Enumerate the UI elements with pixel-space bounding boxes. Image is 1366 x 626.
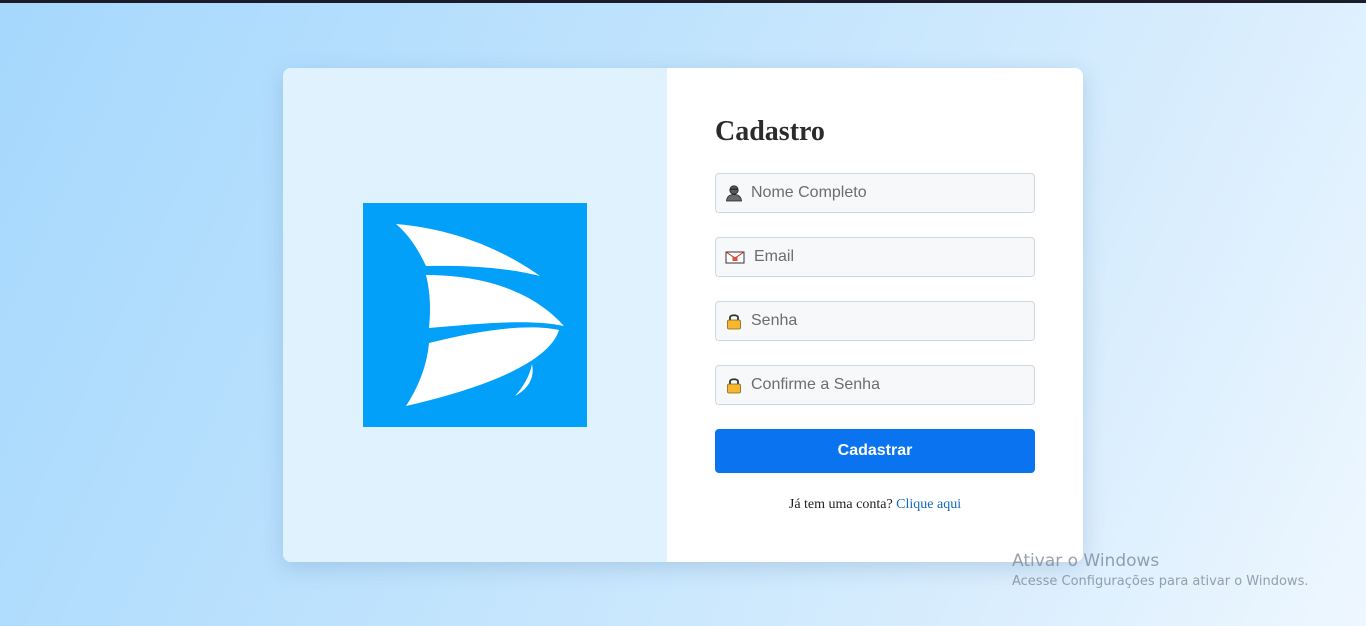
signup-card: Cadastro Nome Completo Email Cadastrar J… [283, 68, 1083, 562]
register-button[interactable]: Cadastrar [715, 429, 1035, 473]
full-name-input[interactable] [751, 174, 1026, 212]
full-name-field[interactable] [715, 173, 1035, 213]
brand-logo [363, 203, 587, 427]
top-border [0, 0, 1366, 3]
padlock-icon [725, 376, 743, 394]
confirm-password-input[interactable] [751, 366, 1026, 404]
login-prompt-text: Já tem uma conta? [788, 497, 893, 512]
password-field[interactable] [715, 301, 1035, 341]
user-silhouette-icon [725, 184, 743, 202]
windows-activation-watermark: Ativar o Windows Acesse Configurações pa… [1012, 550, 1308, 592]
envelope-icon [725, 248, 745, 266]
form-panel: Cadastro Nome Completo Email Cadastrar J… [667, 68, 1083, 562]
password-input[interactable] [751, 302, 1026, 340]
login-prompt: Já tem uma conta? Clique aqui [715, 497, 1035, 513]
email-field[interactable] [715, 237, 1035, 277]
sail-logo-icon [363, 203, 587, 427]
brand-panel [283, 68, 667, 562]
form-title: Cadastro [715, 116, 825, 147]
login-link[interactable]: Clique aqui [896, 497, 961, 512]
watermark-subtitle: Acesse Configurações para ativar o Windo… [1012, 574, 1309, 589]
email-input[interactable] [754, 238, 1026, 276]
padlock-icon [725, 312, 743, 330]
confirm-password-field[interactable] [715, 365, 1035, 405]
watermark-title: Ativar o Windows [1012, 551, 1160, 571]
